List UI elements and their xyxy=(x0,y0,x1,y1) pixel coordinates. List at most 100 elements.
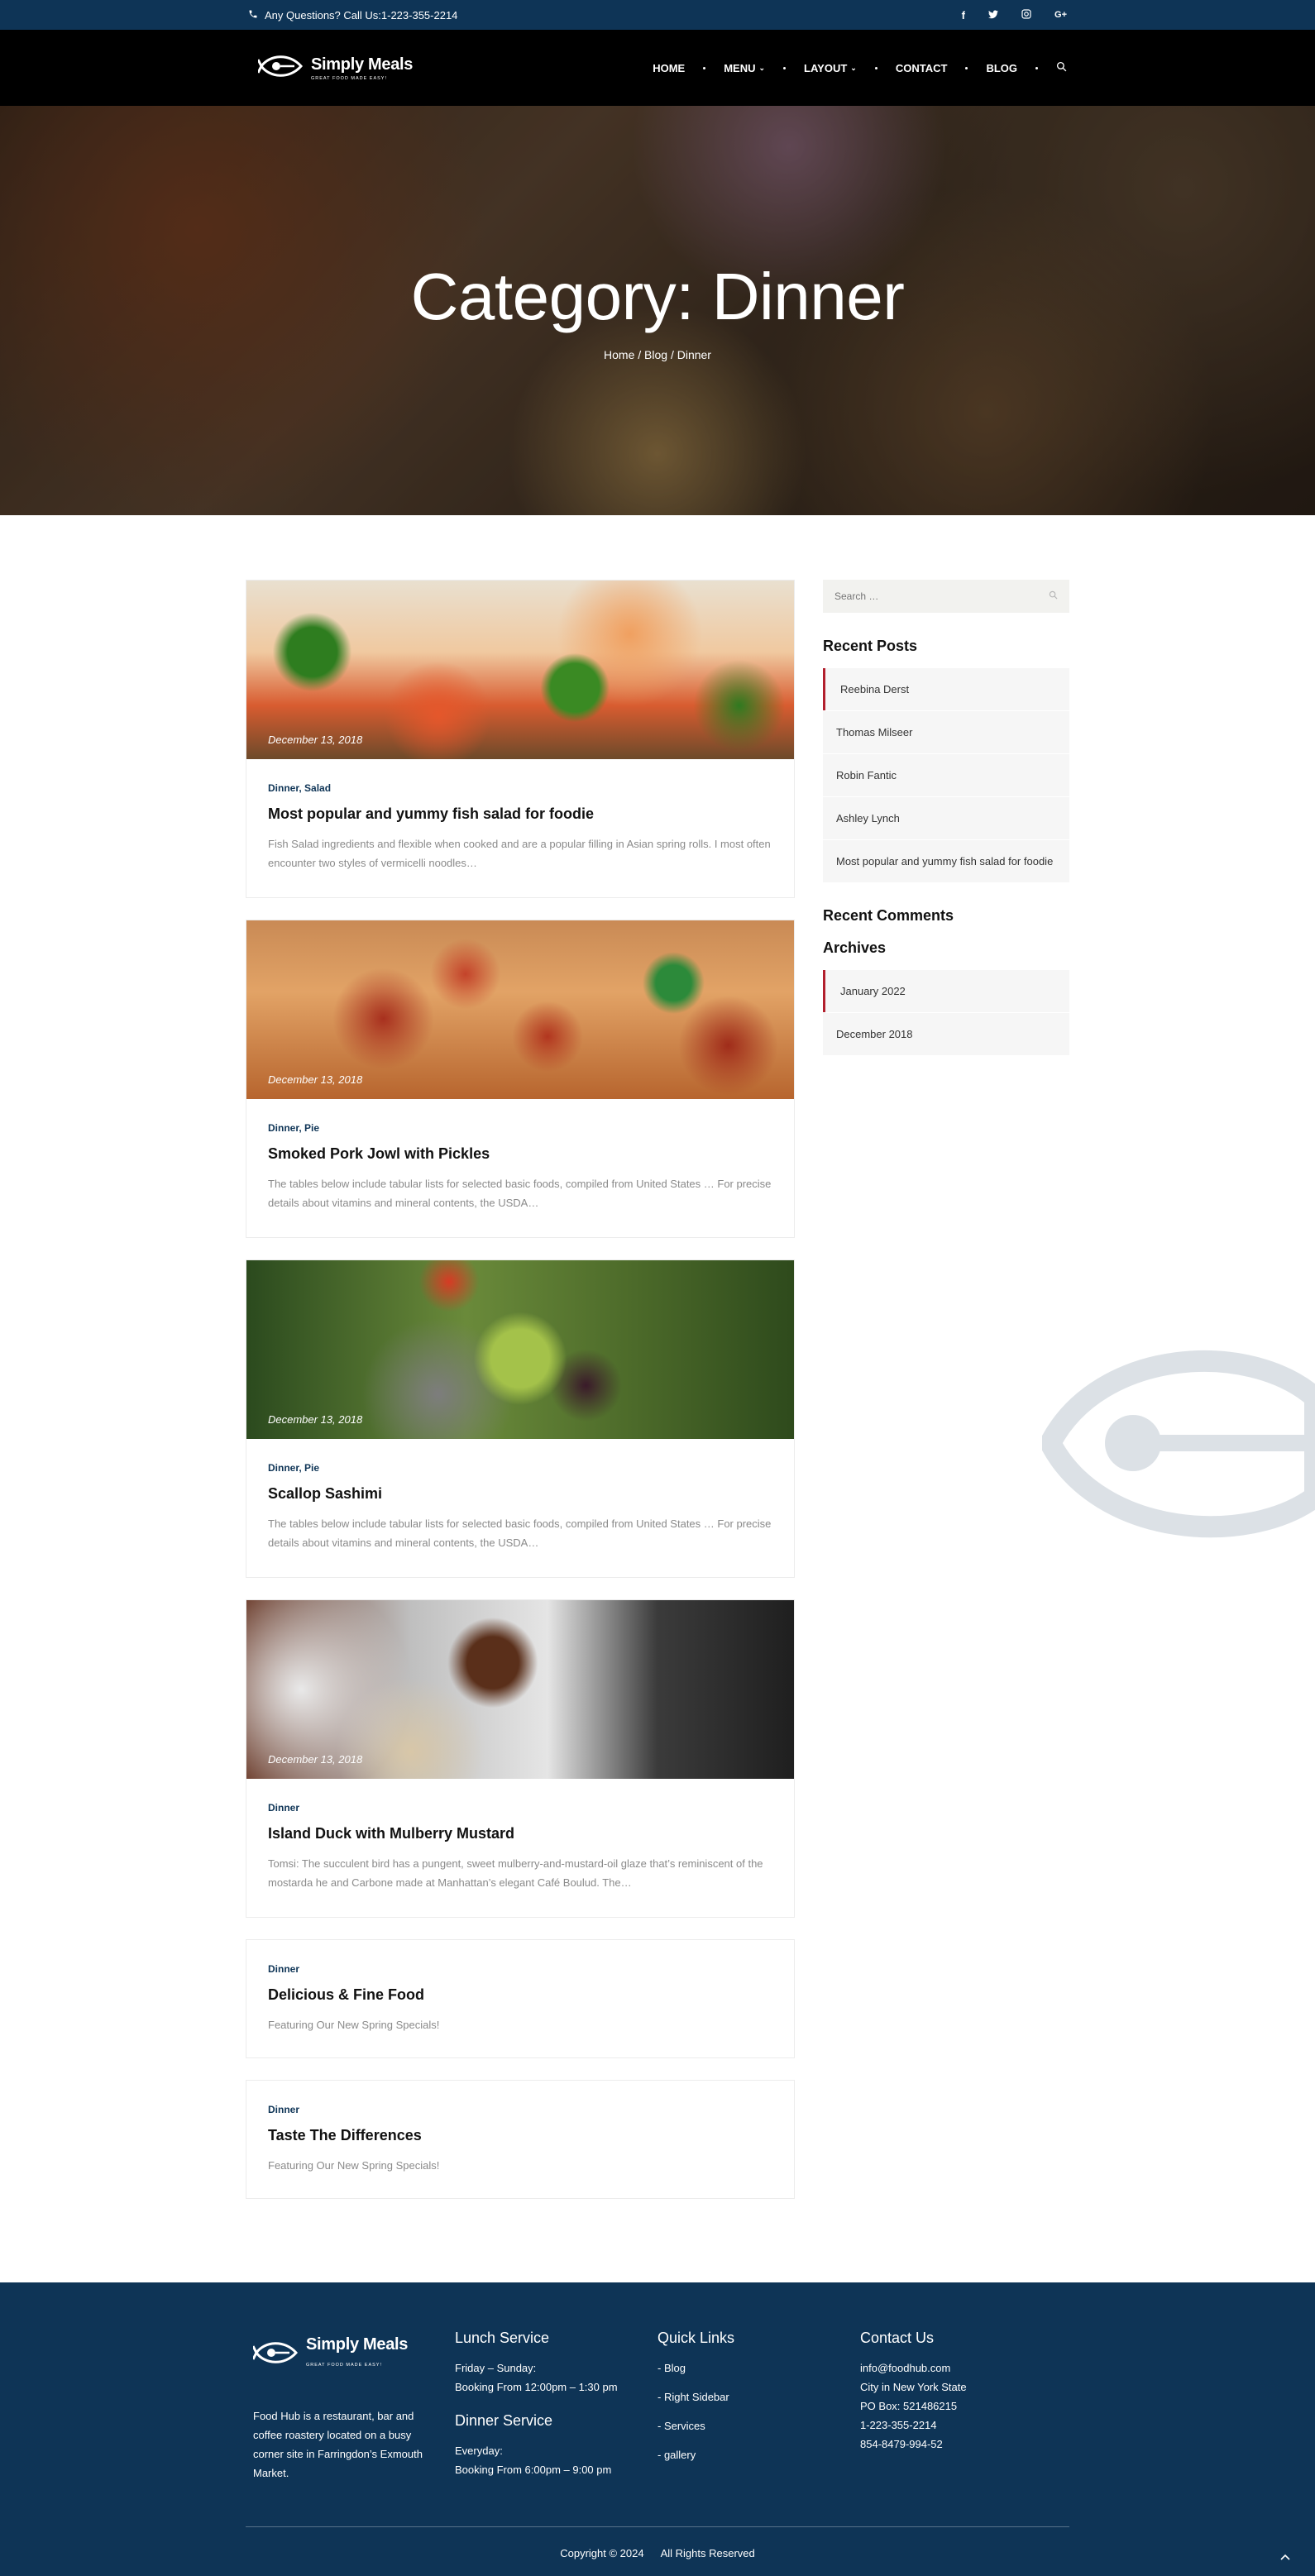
recent-post-item[interactable]: Reebina Derst xyxy=(823,668,1069,710)
post-card: December 13, 2018 Dinner Island Duck wit… xyxy=(246,1599,795,1918)
footer-link-right-sidebar[interactable]: - Right Sidebar xyxy=(658,2387,860,2406)
fish-watermark-icon xyxy=(1038,1331,1315,1555)
topbar-phone: Any Questions? Call Us:1-223-355-2214 xyxy=(248,9,457,22)
lunch-hours: Booking From 12:00pm – 1:30 pm xyxy=(455,2381,618,2393)
site-logo[interactable]: Simply Meals GREAT FOOD MADE EASY! xyxy=(256,51,414,85)
nav-blog-label: BLOG xyxy=(986,61,1017,74)
search-icon[interactable] xyxy=(1049,590,1058,602)
main-nav: HOME MENU ⌄ LAYOUT ⌄ CONTACT BLOG xyxy=(653,61,1067,74)
dinner-hours: Booking From 6:00pm – 9:00 pm xyxy=(455,2464,612,2476)
post-date: December 13, 2018 xyxy=(268,1413,363,1426)
phone-icon xyxy=(248,9,258,22)
post-title[interactable]: Most popular and yummy fish salad for fo… xyxy=(268,805,772,823)
site-header: Simply Meals GREAT FOOD MADE EASY! HOME … xyxy=(0,30,1315,106)
twitter-icon[interactable] xyxy=(988,9,999,22)
post-categories[interactable]: Dinner xyxy=(268,1963,772,1975)
archives-title: Archives xyxy=(823,939,887,956)
contact-po-box: PO Box: 521486215 xyxy=(860,2400,958,2412)
post-excerpt: Fish Salad ingredients and flexible when… xyxy=(268,838,771,869)
post-title[interactable]: Scallop Sashimi xyxy=(268,1485,772,1503)
hero-banner: Category: Dinner Home / Blog / Dinner xyxy=(0,106,1315,515)
recent-post-item[interactable]: Ashley Lynch xyxy=(823,797,1069,839)
footer-link-gallery[interactable]: - gallery xyxy=(658,2445,860,2464)
post-categories[interactable]: Dinner xyxy=(268,2104,772,2115)
post-categories[interactable]: Dinner xyxy=(268,1802,772,1814)
post-categories[interactable]: Dinner, Pie xyxy=(268,1122,772,1134)
post-title[interactable]: Taste The Differences xyxy=(268,2127,772,2144)
footer-brand-name: Simply Meals xyxy=(306,2335,409,2354)
brand-name: Simply Meals xyxy=(311,55,414,74)
footer-about: Simply Meals GREAT FOOD MADE EASY! Food … xyxy=(251,2329,455,2483)
chevron-down-icon: ⌄ xyxy=(758,63,766,72)
footer-link-blog[interactable]: - Blog xyxy=(658,2359,860,2378)
quick-links-title: Quick Links xyxy=(658,2330,735,2346)
sidebar: Recent Posts Reebina Derst Thomas Milsee… xyxy=(823,580,1069,2199)
post-title[interactable]: Smoked Pork Jowl with Pickles xyxy=(268,1145,772,1163)
nav-menu-label: MENU xyxy=(724,61,756,74)
chevron-down-icon: ⌄ xyxy=(850,63,857,72)
post-title[interactable]: Delicious & Fine Food xyxy=(268,1986,772,2004)
footer-about-text: Food Hub is a restaurant, bar and coffee… xyxy=(253,2410,423,2479)
footer-logo[interactable]: Simply Meals GREAT FOOD MADE EASY! xyxy=(251,2335,455,2375)
post-date: December 13, 2018 xyxy=(268,1753,363,1766)
sidebar-search xyxy=(823,580,1069,613)
post-categories[interactable]: Dinner, Pie xyxy=(268,1462,772,1474)
post-categories[interactable]: Dinner, Salad xyxy=(268,782,772,794)
post-image[interactable]: December 13, 2018 xyxy=(246,1260,794,1439)
fish-logo-icon xyxy=(256,51,304,85)
search-input[interactable] xyxy=(834,590,1016,602)
google-plus-icon[interactable]: G+ xyxy=(1054,10,1067,20)
instagram-icon[interactable] xyxy=(1021,8,1031,22)
nav-separator xyxy=(703,66,706,69)
post-list: December 13, 2018 Dinner, Salad Most pop… xyxy=(246,580,795,2199)
post-image[interactable]: December 13, 2018 xyxy=(246,581,794,759)
recent-post-item[interactable]: Most popular and yummy fish salad for fo… xyxy=(823,840,1069,882)
lunch-days: Friday – Sunday: xyxy=(455,2362,537,2374)
contact-phone-2: 854-8479-994-52 xyxy=(860,2438,943,2450)
post-card: December 13, 2018 Dinner, Salad Most pop… xyxy=(246,580,795,898)
site-footer: Simply Meals GREAT FOOD MADE EASY! Food … xyxy=(0,2282,1315,2576)
post-excerpt: The tables below include tabular lists f… xyxy=(268,1178,772,1209)
post-excerpt: The tables below include tabular lists f… xyxy=(268,1517,772,1549)
topbar: Any Questions? Call Us:1-223-355-2214 f … xyxy=(0,0,1315,30)
archive-item[interactable]: December 2018 xyxy=(823,1013,1069,1055)
contact-phone: 1-223-355-2214 xyxy=(860,2419,937,2431)
nav-separator xyxy=(1035,66,1038,69)
nav-home-label: HOME xyxy=(653,61,686,74)
post-card: December 13, 2018 Dinner, Pie Smoked Por… xyxy=(246,920,795,1238)
fish-logo-icon xyxy=(251,2338,299,2373)
post-excerpt: Featuring Our New Spring Specials! xyxy=(268,2019,440,2031)
footer-link-services[interactable]: - Services xyxy=(658,2416,860,2435)
footer-divider xyxy=(246,2526,1069,2527)
contact-title: Contact Us xyxy=(860,2330,935,2346)
nav-contact[interactable]: CONTACT xyxy=(896,62,948,74)
breadcrumb: Home / Blog / Dinner xyxy=(604,348,711,361)
post-date: December 13, 2018 xyxy=(268,734,363,746)
contact-email[interactable]: info@foodhub.com xyxy=(860,2359,1063,2378)
nav-blog[interactable]: BLOG xyxy=(986,62,1017,74)
post-image[interactable]: December 13, 2018 xyxy=(246,920,794,1099)
contact-city: City in New York State xyxy=(860,2381,967,2393)
nav-contact-label: CONTACT xyxy=(895,61,948,74)
post-title[interactable]: Island Duck with Mulberry Mustard xyxy=(268,1825,772,1842)
facebook-icon[interactable]: f xyxy=(962,9,965,22)
nav-separator xyxy=(874,66,877,69)
recent-post-item[interactable]: Robin Fantic xyxy=(823,754,1069,796)
dinner-title: Dinner Service xyxy=(455,2412,553,2429)
rights-text: All Rights Reserved xyxy=(660,2547,755,2559)
archive-item[interactable]: January 2022 xyxy=(823,970,1069,1012)
post-image[interactable]: December 13, 2018 xyxy=(246,1600,794,1779)
footer-brand-tagline: GREAT FOOD MADE EASY! xyxy=(306,2363,383,2368)
back-to-top-chevron-up-icon[interactable] xyxy=(1280,2550,1290,2563)
post-card: Dinner Taste The Differences Featuring O… xyxy=(246,2080,795,2199)
page-title: Category: Dinner xyxy=(410,260,905,333)
nav-menu[interactable]: MENU ⌄ xyxy=(724,62,765,74)
search-icon[interactable] xyxy=(1056,61,1067,74)
nav-layout[interactable]: LAYOUT ⌄ xyxy=(804,62,857,74)
nav-home[interactable]: HOME xyxy=(653,62,685,74)
post-card: December 13, 2018 Dinner, Pie Scallop Sa… xyxy=(246,1259,795,1578)
post-excerpt: Featuring Our New Spring Specials! xyxy=(268,2159,440,2172)
brand-tagline: GREAT FOOD MADE EASY! xyxy=(311,75,388,81)
lunch-title: Lunch Service xyxy=(455,2330,550,2346)
recent-post-item[interactable]: Thomas Milseer xyxy=(823,711,1069,753)
